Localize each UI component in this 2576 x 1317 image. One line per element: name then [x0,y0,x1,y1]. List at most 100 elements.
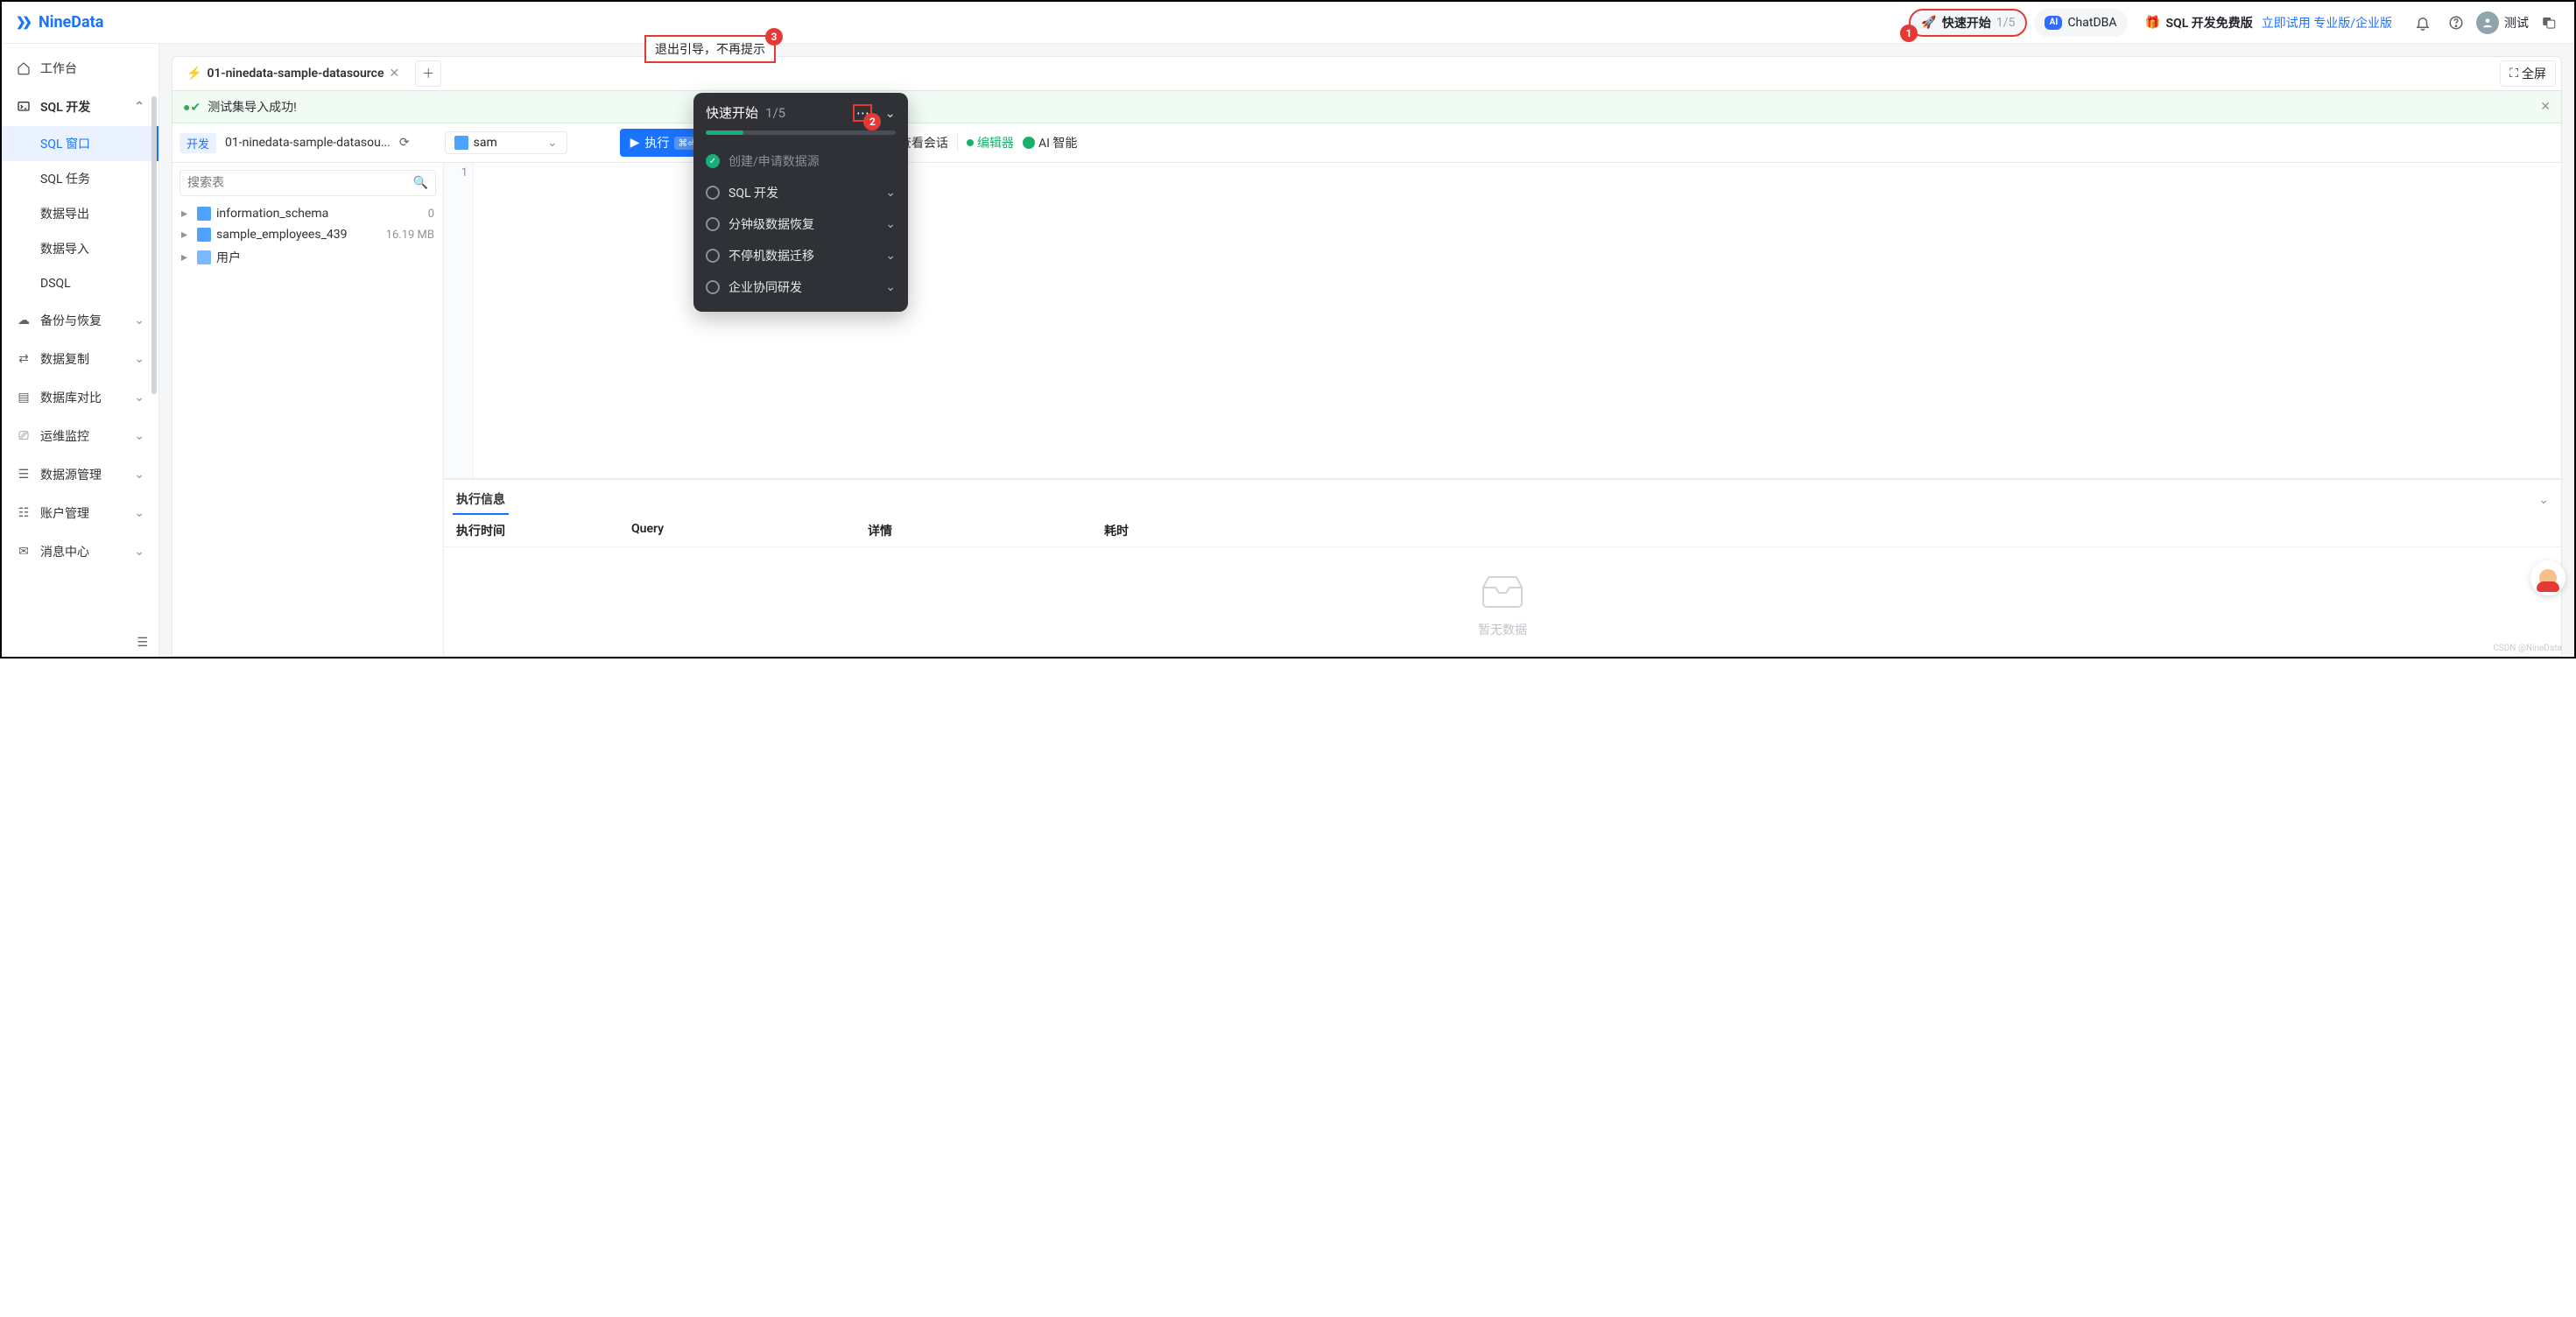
help-icon[interactable] [2443,10,2469,36]
logo-icon [14,13,33,32]
editor-toggle[interactable]: 编辑器 [967,134,1014,151]
header: NineData 🚀 快速开始 1/5 1 AI ChatDBA 🎁 SQL 开… [2,2,2574,44]
server-icon: ☰ [16,467,32,482]
qs-more-button[interactable]: ⋯2 [853,104,872,122]
empty-text: 暂无数据 [1478,621,1527,638]
diff-icon: ▤ [16,390,32,405]
tree-row[interactable]: ▸sample_employees_43916.19 MB [179,224,436,245]
database-value: sam [474,136,497,150]
free-plan-pill[interactable]: 🎁 SQL 开发免费版 立即试用 专业版/企业版 [2135,9,2404,37]
refresh-icon[interactable]: ⟳ [399,136,410,150]
id-icon: ☷ [16,505,32,521]
bell-icon[interactable] [2410,10,2436,36]
chevron-down-icon: ⌄ [134,429,144,443]
qs-count: 1/5 [765,105,785,121]
monitor-icon: ⎚ [16,428,32,444]
search-input[interactable] [180,171,406,195]
sidebar-item-sqlwindow[interactable]: SQL 窗口 [2,126,158,161]
line-gutter: 1 [444,163,474,478]
qs-item[interactable]: 企业协同研发⌄ [706,271,896,303]
language-icon[interactable] [2536,10,2562,36]
terminal-icon [16,99,32,115]
tree-row[interactable]: ▸information_schema0 [179,203,436,224]
qs-item[interactable]: 分钟级数据恢复⌄ [706,208,896,240]
bot-body-icon [2537,581,2559,592]
sidebar-item-export[interactable]: 数据导出 [2,196,158,231]
add-tab-button[interactable]: ＋ [415,60,441,87]
chatdba-pill[interactable]: AI ChatDBA [2034,9,2127,37]
chevron-down-icon: ⌄ [885,217,896,231]
user-menu[interactable]: 测试 [2476,11,2529,34]
success-alert: ●✔ 测试集导入成功! ✕ [172,90,2562,123]
tooltip-text: 退出引导，不再提示 [655,43,765,57]
caret-icon: ▸ [181,228,192,242]
sidebar-monitor[interactable]: ⎚运维监控⌄ [2,417,158,455]
sidebar-backup[interactable]: ☁备份与恢复⌄ [2,301,158,340]
chevron-down-icon: ⌄ [134,391,144,405]
sidebar-label: SQL 开发 [40,98,90,116]
chevron-down-icon: ⌄ [885,280,896,294]
col-time: 执行时间 [456,522,631,539]
close-icon[interactable]: ✕ [390,67,400,81]
sidebar-message[interactable]: ✉消息中心⌄ [2,532,158,571]
sidebar-replication[interactable]: ⇄数据复制⌄ [2,340,158,378]
check-icon [706,154,720,168]
search-tables[interactable]: 🔍 [179,170,436,196]
database-icon [197,228,211,242]
close-icon[interactable]: ✕ [2540,100,2551,114]
help-bot[interactable] [2530,560,2565,595]
quick-start-count: 1/5 [1996,16,2016,30]
qs-item[interactable]: SQL 开发⌄ [706,177,896,208]
database-select[interactable]: sam ⌄ [445,131,567,154]
workspace: 🔍 ▸information_schema0 ▸sample_employees… [172,163,2562,657]
dot-icon [967,139,974,146]
chevron-down-icon: ⌄ [134,352,144,366]
user-name: 测试 [2504,14,2529,32]
ring-icon [706,217,720,231]
sidebar-item-import[interactable]: 数据导入 [2,231,158,266]
ai-toggle[interactable]: AI 智能 [1023,134,1077,151]
quick-start-pill[interactable]: 🚀 快速开始 1/5 1 [1909,9,2028,37]
annotation-3: 3 [765,28,783,46]
fullscreen-label: 全屏 [2522,65,2546,82]
chevron-down-icon: ⌄ [885,186,896,200]
sidebar-datasource[interactable]: ☰数据源管理⌄ [2,455,158,494]
qs-item[interactable]: 创建/申请数据源 [706,145,896,177]
fullscreen-button[interactable]: ⛶ 全屏 [2500,60,2556,87]
fullscreen-icon: ⛶ [2509,67,2518,81]
logo[interactable]: NineData [14,13,103,32]
upgrade-link[interactable]: 立即试用 专业版/企业版 [2262,14,2392,32]
caret-icon: ▸ [181,250,192,264]
sidebar-compare[interactable]: ▤数据库对比⌄ [2,378,158,417]
check-icon: ●✔ [183,100,201,115]
results-header: 执行时间 Query 详情 耗时 [444,515,2561,547]
qs-item[interactable]: 不停机数据迁移⌄ [706,240,896,271]
chevron-down-icon[interactable]: ⌄ [884,105,896,121]
sidebar-workbench[interactable]: 工作台 [2,49,158,88]
quick-start-label: 快速开始 [1942,14,1991,32]
sidebar-label: 工作台 [40,60,77,77]
run-label: 执行 [644,134,669,151]
sidebar-sqldev[interactable]: SQL 开发 ⌃ [2,88,158,126]
sql-toolbar: 开发 01-ninedata-sample-datasou... ⟳ sam ⌄… [172,123,2562,163]
results-tab[interactable]: 执行信息 [453,485,509,515]
col-detail: 详情 [868,522,1104,539]
brand-text: NineData [39,13,103,32]
database-icon [454,136,468,150]
tree-row[interactable]: ▸用户 [179,245,436,270]
col-query: Query [631,522,868,539]
search-icon[interactable]: 🔍 [406,176,435,190]
chevron-up-icon: ⌃ [134,100,144,114]
sidebar-account[interactable]: ☷账户管理⌄ [2,494,158,532]
sidebar-collapse-icon[interactable]: ☰ [137,636,148,650]
tab-label: 01-ninedata-sample-datasource [207,67,384,81]
caret-icon: ▸ [181,207,192,221]
main: ⚡ 01-ninedata-sample-datasource ✕ ＋ ⛶ 全屏… [159,44,2574,657]
avatar-icon [2476,11,2499,34]
sidebar-item-dsql[interactable]: DSQL [2,266,158,301]
ring-icon [706,186,720,200]
sidebar-scrollbar[interactable] [151,96,157,394]
collapse-icon[interactable]: ⌄ [2535,489,2552,511]
tab-datasource[interactable]: ⚡ 01-ninedata-sample-datasource ✕ [178,61,408,86]
sidebar-item-sqltask[interactable]: SQL 任务 [2,161,158,196]
